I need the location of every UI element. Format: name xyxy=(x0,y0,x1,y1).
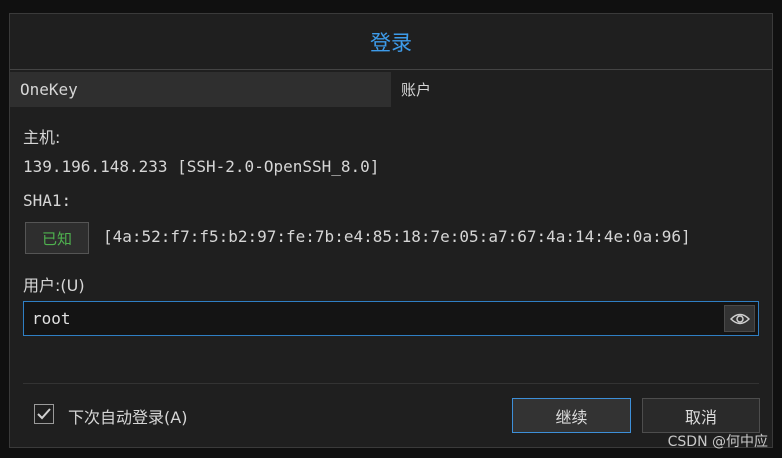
user-label: 用户:(U) xyxy=(23,276,85,295)
dialog-title: 登录 xyxy=(10,14,772,70)
cancel-button[interactable]: 取消 xyxy=(642,398,760,433)
sha1-label: SHA1: xyxy=(23,191,72,210)
known-host-button[interactable]: 已知 xyxy=(25,222,89,254)
host-label: 主机: xyxy=(23,128,61,147)
continue-button[interactable]: 继续 xyxy=(512,398,631,433)
auto-login-label[interactable]: 下次自动登录(A) xyxy=(68,404,187,428)
watermark: CSDN @何中应 xyxy=(667,434,768,450)
auto-login-checkbox[interactable] xyxy=(34,404,54,424)
divider xyxy=(23,383,759,384)
checkmark-icon xyxy=(37,408,51,420)
tab-bar: OneKey 账户 xyxy=(10,72,772,107)
fingerprint-value: [4a:52:f7:f5:b2:97:fe:7b:e4:85:18:7e:05:… xyxy=(103,227,691,246)
tab-onekey[interactable]: OneKey xyxy=(10,72,391,107)
eye-icon xyxy=(729,313,750,324)
login-dialog: 登录 OneKey 账户 主机: 139.196.148.233 [SSH-2.… xyxy=(9,13,773,448)
host-value: 139.196.148.233 [SSH-2.0-OpenSSH_8.0] xyxy=(23,157,380,176)
show-password-button[interactable] xyxy=(724,305,755,332)
username-input[interactable] xyxy=(23,301,759,336)
tab-account[interactable]: 账户 xyxy=(401,72,431,107)
